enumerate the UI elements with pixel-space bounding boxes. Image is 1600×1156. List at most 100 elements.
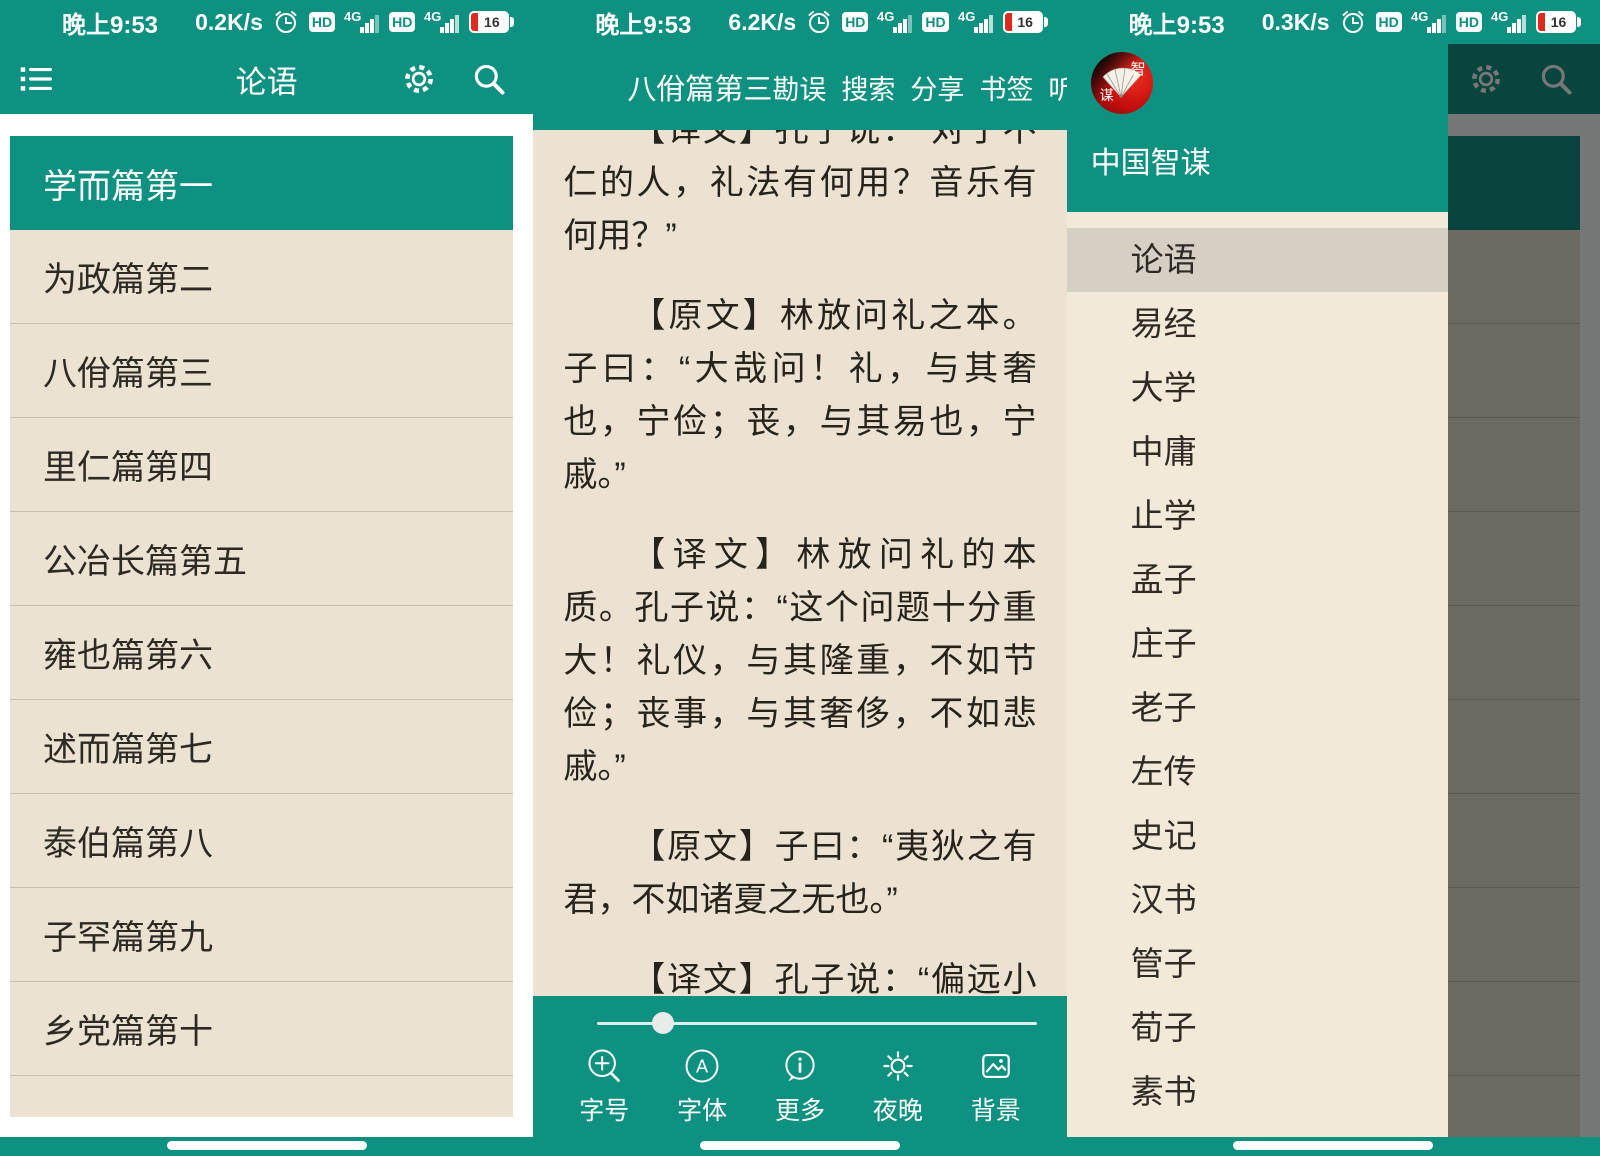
chapter-list-item[interactable]: 述而篇第七 [10, 700, 513, 794]
reader-toolbar: 字号 A 字体 更多 [533, 996, 1066, 1137]
svg-text:A: A [696, 1056, 709, 1076]
font-size-button[interactable]: 字号 [579, 1046, 629, 1127]
signal-4g-icon-2: 4G [958, 9, 994, 35]
svg-text:4G: 4G [958, 9, 975, 24]
book-list-item[interactable]: 老子 [1067, 676, 1448, 740]
status-icons: 6.2K/s HD 4G HD 4G 16 [728, 8, 1042, 36]
more-button[interactable]: 更多 [775, 1046, 825, 1127]
chapter-title: 八佾篇第三 [627, 66, 772, 108]
font-family-icon: A [682, 1046, 722, 1086]
battery-percent: 16 [1017, 14, 1033, 30]
book-list-item[interactable]: 孟子 [1067, 548, 1448, 612]
book-list-item[interactable]: 论语 [1067, 228, 1448, 292]
book-list-item[interactable]: 史记 [1067, 804, 1448, 868]
book-list-item[interactable]: 管子 [1067, 932, 1448, 996]
reading-paragraph: 【原文】林放问礼之本。子曰：“大哉问！礼，与其奢也，宁俭；丧，与其易也，宁戚。” [563, 290, 1036, 502]
alarm-clock-icon [805, 8, 833, 36]
gesture-nav-bar [1067, 1137, 1600, 1156]
book-list-item[interactable]: 素书 [1067, 1060, 1448, 1124]
hd-voice-icon: HD [389, 12, 415, 32]
action-share[interactable]: 分享 [910, 68, 964, 107]
action-listen[interactable]: 听书 [1048, 68, 1066, 107]
font-size-icon [584, 1046, 624, 1086]
book-list-item[interactable]: 荀子 [1067, 996, 1448, 1060]
search-icon[interactable] [471, 61, 507, 97]
status-bar: 晚上9:53 0.3K/s HD 4G HD 4G 16 [1067, 0, 1600, 44]
svg-text:4G: 4G [344, 9, 361, 24]
scrim-overlay[interactable] [1448, 44, 1600, 1137]
slider-thumb[interactable] [652, 1012, 674, 1034]
chapter-list-item[interactable]: 里仁篇第四 [10, 418, 513, 512]
screenshot-canvas: 晚上9:53 0.2K/s HD 4G HD 4G 16 [0, 0, 1600, 1156]
chapter-list-item[interactable]: 学而篇第一 [10, 136, 513, 230]
book-list-item[interactable]: 中庸 [1067, 420, 1448, 484]
chapter-list-item[interactable]: 雍也篇第六 [10, 606, 513, 700]
home-indicator[interactable] [700, 1141, 900, 1150]
battery-percent: 16 [484, 14, 500, 30]
reading-body: 【译文】孔子说：“对于不仁的人，礼法有何用？音乐有何用？” 【原文】林放问礼之本… [533, 130, 1066, 996]
signal-4g-icon-1: 4G [877, 9, 913, 35]
network-speed: 6.2K/s [728, 9, 796, 36]
tool-label: 字体 [677, 1091, 727, 1127]
sun-icon [878, 1046, 918, 1086]
alarm-clock-icon [272, 8, 300, 36]
signal-4g-icon-1: 4G [344, 9, 380, 35]
navigation-drawer: 智 谋 中国智谋 论语 易经 大学 中庸 止学 孟子 [1067, 0, 1448, 1137]
action-errata[interactable]: 勘误 [772, 68, 826, 107]
home-indicator[interactable] [167, 1141, 367, 1150]
book-list-item[interactable]: 大学 [1067, 356, 1448, 420]
chapter-list-item[interactable]: 为政篇第二 [10, 230, 513, 324]
chapter-list-item[interactable]: 泰伯篇第八 [10, 794, 513, 888]
signal-4g-icon-1: 4G [1411, 9, 1447, 35]
hd-voice-icon: HD [1456, 12, 1482, 32]
book-list-item[interactable]: 汉书 [1067, 868, 1448, 932]
battery-low-fill [471, 13, 478, 31]
logo-char-bottom: 谋 [1100, 85, 1114, 105]
gear-icon[interactable] [401, 61, 437, 97]
chapter-list-item[interactable]: 子罕篇第九 [10, 888, 513, 982]
status-icons: 0.3K/s HD 4G HD 4G 16 [1262, 8, 1576, 36]
battery-low-fill [1005, 13, 1012, 31]
reader-app-bar: 八佾篇第三 勘误 搜索 分享 书签 听书 [533, 44, 1066, 130]
book-list: 论语 易经 大学 中庸 止学 孟子 庄子 老子 左传 史记 [1067, 212, 1448, 1124]
menu-list-icon[interactable] [18, 62, 54, 96]
battery-icon: 16 [469, 11, 509, 33]
chapter-list-item[interactable]: 公冶长篇第五 [10, 512, 513, 606]
book-list-item[interactable]: 易经 [1067, 292, 1448, 356]
background-button[interactable]: 背景 [971, 1046, 1021, 1127]
svg-text:4G: 4G [424, 9, 441, 24]
app-bar-actions [401, 61, 507, 97]
status-bar: 晚上9:53 0.2K/s HD 4G HD 4G 16 [0, 0, 533, 44]
chapter-list-item[interactable]: 乡党篇第十 [10, 982, 513, 1076]
app-bar: 论语 [0, 44, 533, 114]
night-mode-button[interactable]: 夜晚 [873, 1046, 923, 1127]
chapter-list: 学而篇第一 为政篇第二 八佾篇第三 里仁篇第四 公冶长篇第五 雍也篇第六 述而篇… [10, 136, 513, 1076]
hd-voice-icon: HD [842, 12, 868, 32]
gesture-nav-bar [0, 1137, 533, 1156]
status-bar: 晚上9:53 6.2K/s HD 4G HD 4G 16 [533, 0, 1066, 44]
font-family-button[interactable]: A 字体 [677, 1046, 727, 1127]
book-list-item[interactable]: 左传 [1067, 740, 1448, 804]
book-list-item[interactable]: 庄子 [1067, 612, 1448, 676]
status-time: 晚上9:53 [595, 5, 691, 40]
action-search[interactable]: 搜索 [841, 68, 895, 107]
reading-paragraph: 【译文】孔子说：“偏远小国有君主，不如中原各国没君主。” [563, 954, 1036, 996]
chapter-list-item-partial[interactable] [10, 1076, 513, 1117]
battery-icon: 16 [1003, 11, 1043, 33]
book-list-item[interactable]: 止学 [1067, 484, 1448, 548]
chapter-list-item[interactable]: 八佾篇第三 [10, 324, 513, 418]
battery-nub [1577, 17, 1581, 27]
reader-actions: 勘误 搜索 分享 书签 听书 [772, 68, 1066, 107]
phone-screen-book-drawer: 晚上9:53 0.3K/s HD 4G HD 4G 16 [1067, 0, 1600, 1156]
svg-text:4G: 4G [1411, 9, 1428, 24]
dimmed-background-page[interactable] [1448, 44, 1600, 1137]
phone-screen-chapter-list: 晚上9:53 0.2K/s HD 4G HD 4G 16 [0, 0, 533, 1156]
home-indicator[interactable] [1233, 1141, 1433, 1150]
phone-screen-reader: 晚上9:53 6.2K/s HD 4G HD 4G 16 [533, 0, 1066, 1156]
more-info-bubble-icon [780, 1046, 820, 1086]
brightness-slider[interactable] [597, 1012, 1036, 1034]
status-time: 晚上9:53 [1129, 5, 1225, 40]
svg-text:4G: 4G [1491, 9, 1508, 24]
action-bookmark[interactable]: 书签 [979, 68, 1033, 107]
alarm-clock-icon [1339, 8, 1367, 36]
